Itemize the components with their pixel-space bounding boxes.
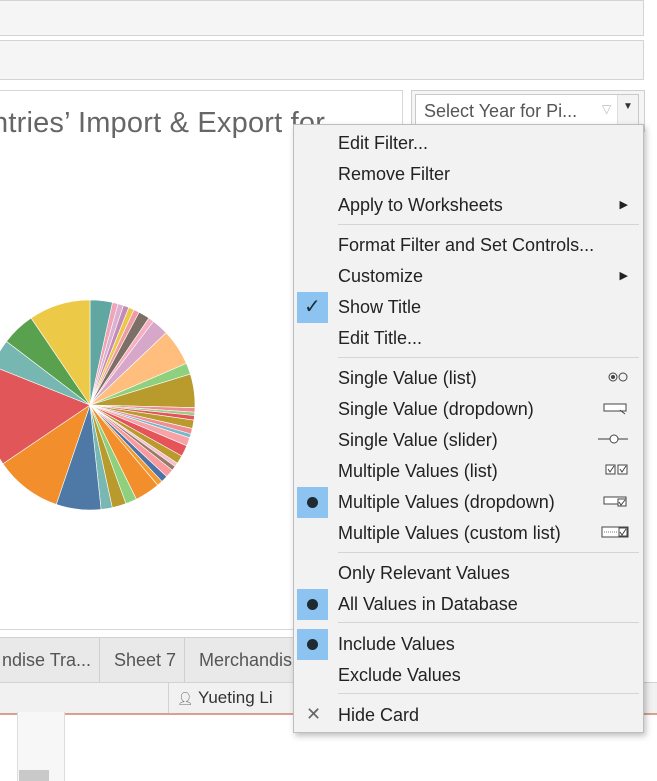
menu-only-relevant-values[interactable]: Only Relevant Values [294,558,643,589]
menu-single-value-slider[interactable]: Single Value (slider) [294,425,643,456]
selected-marker [297,629,328,660]
menu-format-filter[interactable]: Format Filter and Set Controls... [294,230,643,261]
menu-label: Single Value (dropdown) [338,399,534,419]
menu-label: Exclude Values [338,665,461,685]
menu-include-values[interactable]: Include Values [294,629,643,660]
menu-separator [338,622,639,623]
menu-label: Format Filter and Set Controls... [338,235,595,255]
submenu-arrow-icon: ▶ [619,270,628,282]
menu-label: Edit Title... [338,328,423,348]
bullet-icon [307,639,318,650]
selected-marker [297,589,328,620]
menu-hide-card[interactable]: ✕ Hide Card [294,700,643,731]
radio-list-icon [608,372,628,382]
tab-merchandise[interactable]: Merchandis [191,638,301,682]
menu-multiple-values-list[interactable]: Multiple Values (list) [294,456,643,487]
menu-label: Single Value (list) [338,368,477,388]
menu-label: Multiple Values (list) [338,461,498,481]
submenu-arrow-icon: ▶ [619,199,628,211]
menu-label: Show Title [338,297,422,317]
menu-multiple-values-custom-list[interactable]: Multiple Values (custom list) [294,518,643,549]
menu-customize[interactable]: Customize ▶ [294,261,643,292]
year-filter-label: Select Year for Pi... [424,101,578,121]
filter-funnel-icon: ▽ [602,102,612,116]
menu-separator [338,224,639,225]
menu-label: Single Value (slider) [338,430,498,450]
close-icon: ✕ [306,704,322,724]
dropdown-icon [603,403,627,415]
custom-list-icon [601,526,629,538]
menu-label: All Values in Database [338,594,518,614]
menu-label: Apply to Worksheets [338,195,503,215]
bullet-icon [307,497,318,508]
tab-sheet-7[interactable]: Sheet 7 [106,638,186,682]
menu-single-value-list[interactable]: Single Value (list) [294,363,643,394]
menu-edit-title[interactable]: Edit Title... [294,323,643,354]
user-icon: 👤︎ [177,691,194,706]
user-indicator[interactable]: 👤︎ Yueting Li [168,683,273,713]
menu-label: Include Values [338,634,455,654]
menu-separator [338,357,639,358]
menu-label: Hide Card [338,705,420,725]
checkbox-list-icon [605,464,628,475]
menu-multiple-values-dropdown[interactable]: Multiple Values (dropdown) [294,487,643,518]
menu-edit-filter[interactable]: Edit Filter... [294,128,643,159]
selected-marker [297,487,328,518]
menu-separator [338,552,639,553]
menu-apply-to-worksheets[interactable]: Apply to Worksheets ▶ [294,190,643,221]
menu-show-title[interactable]: ✓ Show Title [294,292,643,323]
checked-marker: ✓ [297,292,328,323]
menu-label: Remove Filter [338,164,451,184]
menu-label: Multiple Values (custom list) [338,523,561,543]
caret-down-icon: ▼ [623,101,633,112]
filter-menu-button[interactable]: ▼ [617,95,638,127]
sheet-tab-bar: ndise Tra... Sheet 7 Merchandis [0,637,301,682]
menu-label: Edit Filter... [338,133,429,153]
menu-exclude-values[interactable]: Exclude Values [294,660,643,691]
checkbox-dropdown-icon [603,496,627,507]
check-icon: ✓ [304,296,321,318]
menu-remove-filter[interactable]: Remove Filter [294,159,643,190]
user-name: Yueting Li [197,688,273,707]
tab-merchandise-trade[interactable]: ndise Tra... [0,638,101,682]
scrollbar-thumb[interactable] [19,770,49,781]
slider-icon [598,434,628,444]
bullet-icon [307,599,318,610]
menu-single-value-dropdown[interactable]: Single Value (dropdown) [294,394,643,425]
menu-separator [338,693,639,694]
menu-all-values-in-database[interactable]: All Values in Database [294,589,643,620]
filter-context-menu: Edit Filter... Remove Filter Apply to Wo… [293,124,644,733]
menu-label: Customize [338,266,424,286]
year-filter-dropdown[interactable]: Select Year for Pi... ▽ ▼ [415,94,639,128]
menu-label: Multiple Values (dropdown) [338,492,555,512]
menu-label: Only Relevant Values [338,563,510,583]
